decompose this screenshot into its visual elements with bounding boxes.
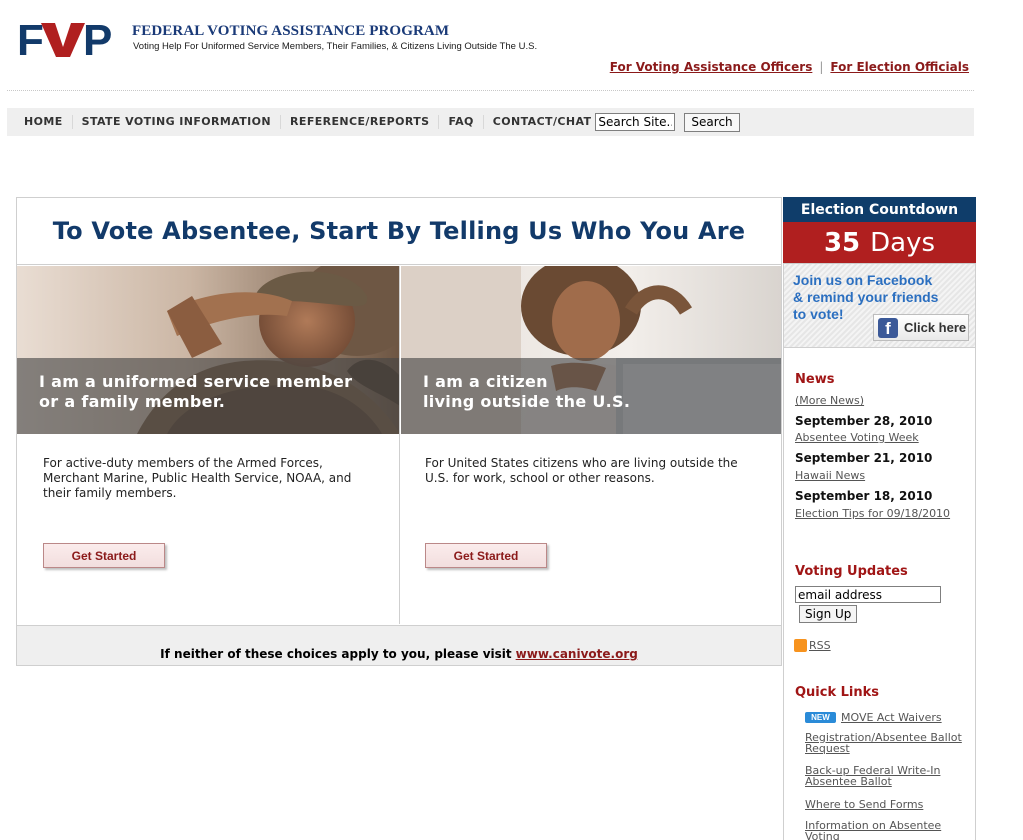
link-separator: | bbox=[819, 60, 824, 74]
facebook-click-here-button[interactable]: f Click here bbox=[873, 314, 969, 341]
alternate-choice-bar: If neither of these choices apply to you… bbox=[17, 625, 781, 665]
quick-link-write-in-ballot[interactable]: Back-up Federal Write-In Absentee Ballot bbox=[805, 765, 975, 787]
uniformed-caption-line2: or a family member. bbox=[39, 392, 226, 411]
rss-link[interactable]: RSS bbox=[809, 640, 831, 652]
svg-text:F: F bbox=[17, 17, 43, 59]
quick-link-move-act-waivers[interactable]: MOVE Act Waivers bbox=[841, 712, 1011, 723]
rss-icon[interactable] bbox=[794, 639, 807, 652]
facebook-icon: f bbox=[878, 317, 898, 338]
quick-link-absentee-info[interactable]: Information on Absentee Voting bbox=[805, 820, 975, 840]
citizen-photo[interactable]: I am a citizen living outside the U.S. bbox=[401, 266, 781, 434]
news-date: September 21, 2010 bbox=[795, 451, 933, 465]
main-nav: HOME STATE VOTING INFORMATION REFERENCE/… bbox=[7, 108, 974, 136]
election-countdown-days: 35 Days bbox=[783, 222, 976, 264]
uniformed-column: I am a uniformed service member or a fam… bbox=[17, 266, 400, 624]
uniformed-get-started-button[interactable]: Get Started bbox=[43, 543, 165, 568]
header-divider bbox=[7, 90, 974, 91]
citizen-get-started-button[interactable]: Get Started bbox=[425, 543, 547, 568]
top-links: For Voting Assistance Officers | For Ele… bbox=[610, 60, 969, 74]
new-badge: NEW bbox=[805, 712, 836, 723]
citizen-caption-line1: I am a citizen bbox=[423, 372, 548, 391]
countdown-unit: Days bbox=[870, 227, 936, 258]
nav-faq[interactable]: FAQ bbox=[448, 115, 484, 129]
svg-text:P: P bbox=[83, 17, 111, 59]
nav-state-voting-information[interactable]: STATE VOTING INFORMATION bbox=[82, 115, 282, 129]
quick-link-registration[interactable]: Registration/Absentee Ballot Request bbox=[805, 732, 975, 754]
facebook-promo-line1: Join us on Facebook bbox=[793, 272, 933, 288]
citizen-caption-line2: living outside the U.S. bbox=[423, 392, 631, 411]
nav-reference-reports[interactable]: REFERENCE/REPORTS bbox=[290, 115, 440, 129]
alternate-choice-text: If neither of these choices apply to you… bbox=[160, 646, 512, 661]
facebook-promo[interactable]: Join us on Facebook & remind your friend… bbox=[783, 264, 976, 348]
page-headline: To Vote Absentee, Start By Telling Us Wh… bbox=[17, 198, 781, 265]
quick-links-heading: Quick Links bbox=[795, 685, 880, 700]
sign-up-button[interactable]: Sign Up bbox=[799, 605, 858, 623]
search-button[interactable]: Search bbox=[684, 112, 740, 132]
sidebar-panel: News (More News) September 28, 2010 Abse… bbox=[783, 348, 976, 840]
quick-link-where-to-send[interactable]: Where to Send Forms bbox=[805, 799, 975, 810]
page: F P FEDERAL VOTING ASSISTANCE PROGRAM Vo… bbox=[0, 0, 1023, 840]
uniformed-caption: I am a uniformed service member or a fam… bbox=[17, 358, 399, 434]
nav-contact-chat[interactable]: CONTACT/CHAT bbox=[493, 115, 592, 129]
site-title: FEDERAL VOTING ASSISTANCE PROGRAM bbox=[132, 23, 450, 39]
site-subtitle: Voting Help For Uniformed Service Member… bbox=[133, 41, 538, 52]
citizen-caption: I am a citizen living outside the U.S. bbox=[401, 358, 781, 434]
voting-updates-heading: Voting Updates bbox=[795, 564, 908, 579]
countdown-number: 35 bbox=[823, 227, 861, 258]
facebook-button-label: Click here bbox=[904, 320, 967, 335]
audience-chooser: To Vote Absentee, Start By Telling Us Wh… bbox=[16, 197, 782, 666]
citizen-column: I am a citizen living outside the U.S. F… bbox=[401, 266, 781, 624]
nav-home[interactable]: HOME bbox=[24, 115, 73, 129]
canivote-link[interactable]: www.canivote.org bbox=[516, 647, 638, 661]
fvap-logo[interactable]: F P bbox=[17, 17, 127, 59]
email-field[interactable] bbox=[795, 586, 941, 603]
sidebar: Election Countdown 35 Days Join us on Fa… bbox=[783, 197, 976, 840]
facebook-promo-line2: & remind your friends bbox=[793, 289, 939, 305]
voting-officers-link[interactable]: For Voting Assistance Officers bbox=[610, 60, 813, 74]
news-date: September 28, 2010 bbox=[795, 414, 933, 428]
citizen-description: For United States citizens who are livin… bbox=[425, 456, 738, 485]
news-link[interactable]: Election Tips for 09/18/2010 bbox=[795, 508, 950, 520]
news-heading: News bbox=[795, 372, 835, 387]
search-input[interactable] bbox=[595, 113, 676, 131]
news-date: September 18, 2010 bbox=[795, 489, 933, 503]
uniformed-description: For active-duty members of the Armed For… bbox=[43, 456, 352, 500]
election-countdown-title: Election Countdown bbox=[783, 197, 976, 222]
news-link[interactable]: Hawaii News bbox=[795, 470, 865, 482]
news-link[interactable]: Absentee Voting Week bbox=[795, 432, 919, 444]
uniformed-photo[interactable]: I am a uniformed service member or a fam… bbox=[17, 266, 399, 434]
election-officials-link[interactable]: For Election Officials bbox=[830, 60, 969, 74]
uniformed-caption-line1: I am a uniformed service member bbox=[39, 372, 353, 391]
more-news-link[interactable]: (More News) bbox=[795, 395, 864, 407]
